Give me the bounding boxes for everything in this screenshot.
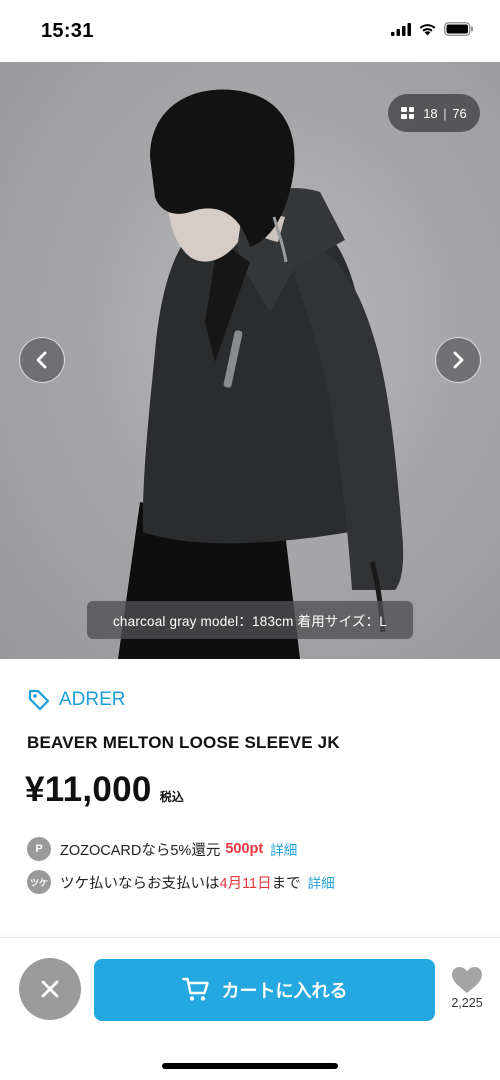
heart-icon (452, 967, 482, 993)
bottom-action-bar: カートに入れる 2,225 (0, 937, 500, 1080)
favorite-count: 2,225 (451, 996, 483, 1010)
product-title: BEAVER MELTON LOOSE SLEEVE JK (27, 733, 340, 752)
grid-icon (401, 106, 415, 120)
cart-icon (181, 977, 209, 1001)
favorite-button[interactable]: 2,225 (446, 966, 488, 1010)
zozocard-points: 500pt (225, 841, 264, 857)
chevron-left-icon (36, 351, 47, 369)
tsuke-detail-link[interactable]: 詳細 (308, 872, 335, 892)
add-to-cart-label: カートに入れる (221, 981, 348, 1001)
brand-link[interactable]: ADRER (27, 688, 126, 712)
price: ¥11,000 (25, 770, 152, 809)
tsuke-text-before: ツケ払いならお支払いは (60, 875, 220, 892)
image-counter-separator: | (443, 105, 447, 121)
chevron-right-icon (453, 351, 464, 369)
add-to-cart-button[interactable]: カートに入れる (94, 959, 435, 1021)
next-image-button[interactable] (435, 337, 481, 383)
image-counter-current: 18 (423, 105, 438, 121)
product-image-gallery[interactable]: 18 | 76 charcoal gray model：183cm 着用サイズ：… (0, 62, 500, 659)
status-time: 15:31 (41, 20, 94, 42)
status-icons (391, 22, 474, 36)
points-icon: P (27, 837, 51, 861)
image-caption: charcoal gray model：183cm 着用サイズ：L (87, 601, 413, 639)
image-counter-total: 76 (452, 105, 467, 121)
price-row: ¥11,000 税込 (25, 770, 184, 810)
close-button[interactable] (19, 958, 81, 1020)
image-counter-button[interactable]: 18 | 76 (388, 94, 480, 132)
wifi-icon (419, 24, 436, 36)
battery-icon (444, 22, 473, 36)
tax-label: 税込 (159, 790, 184, 804)
tsuke-icon: ツケ (27, 870, 51, 894)
tsuke-payment-row: ツケ ツケ払いならお支払いは 4月11日 まで 詳細 (27, 870, 335, 894)
status-bar: 15:31 (0, 0, 500, 62)
tsuke-date: 4月11日 (219, 875, 272, 892)
product-photo (118, 89, 404, 659)
previous-image-button[interactable] (19, 337, 65, 383)
image-counter-text: 18 | 76 (423, 106, 467, 121)
home-indicator (162, 1063, 338, 1069)
tag-icon (28, 689, 50, 711)
tsuke-text-after: まで (271, 875, 301, 892)
close-icon (41, 980, 59, 998)
signal-icon (391, 22, 411, 36)
zozocard-points-row: P ZOZOCARDなら5%還元 500pt 詳細 (27, 837, 297, 861)
brand-name: ADRER (59, 689, 126, 710)
zozocard-detail-link[interactable]: 詳細 (270, 839, 297, 859)
zozocard-text: ZOZOCARDなら5%還元 (60, 842, 221, 859)
